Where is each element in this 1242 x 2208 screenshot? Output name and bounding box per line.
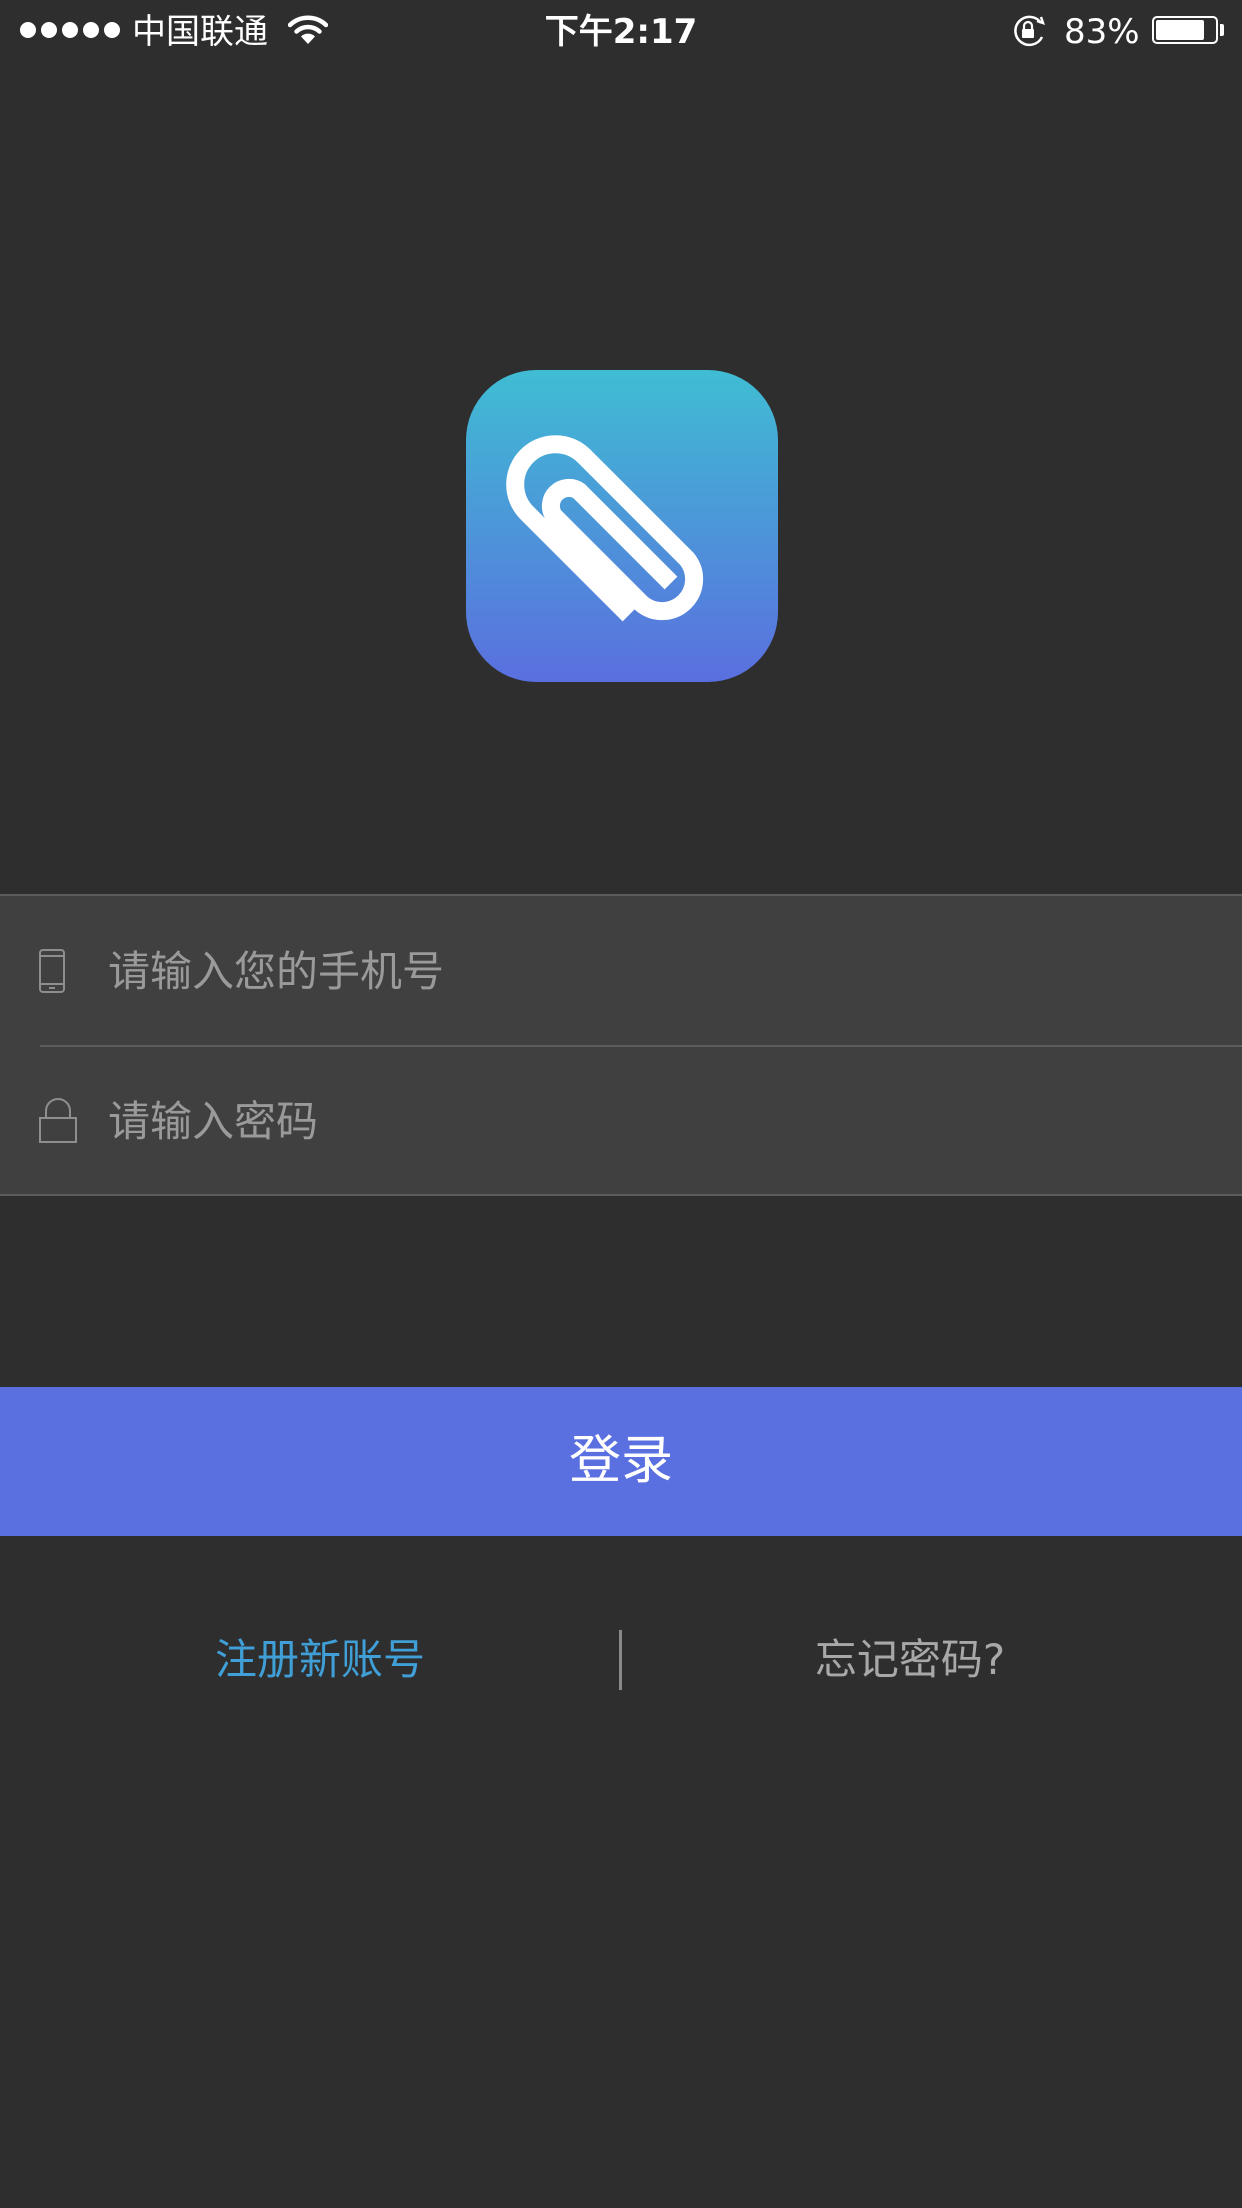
phone-icon [38,948,66,998]
battery-icon [1152,16,1218,44]
login-button[interactable]: 登录 [0,1387,1242,1536]
status-bar: 中国联通 下午2:17 83% [0,0,1242,62]
lock-icon [38,1098,78,1148]
links-divider [619,1630,622,1690]
battery-level-fill [1156,20,1205,40]
clock: 下午2:17 [544,12,698,52]
password-input[interactable] [108,1086,1188,1156]
password-field [0,1046,1242,1196]
paperclip-icon [506,435,704,622]
phone-input[interactable] [108,936,1188,1006]
battery-percent: 83% [1064,12,1140,52]
bottom-links: 注册新账号 忘记密码? [0,1630,1242,1690]
forgot-password-link[interactable]: 忘记密码? [690,1630,1130,1690]
login-form [0,894,1242,1196]
phone-field [0,896,1242,1047]
app-logo [466,370,778,682]
rotation-lock-icon [1010,13,1048,53]
register-link[interactable]: 注册新账号 [100,1630,540,1690]
battery-tip [1220,24,1224,36]
